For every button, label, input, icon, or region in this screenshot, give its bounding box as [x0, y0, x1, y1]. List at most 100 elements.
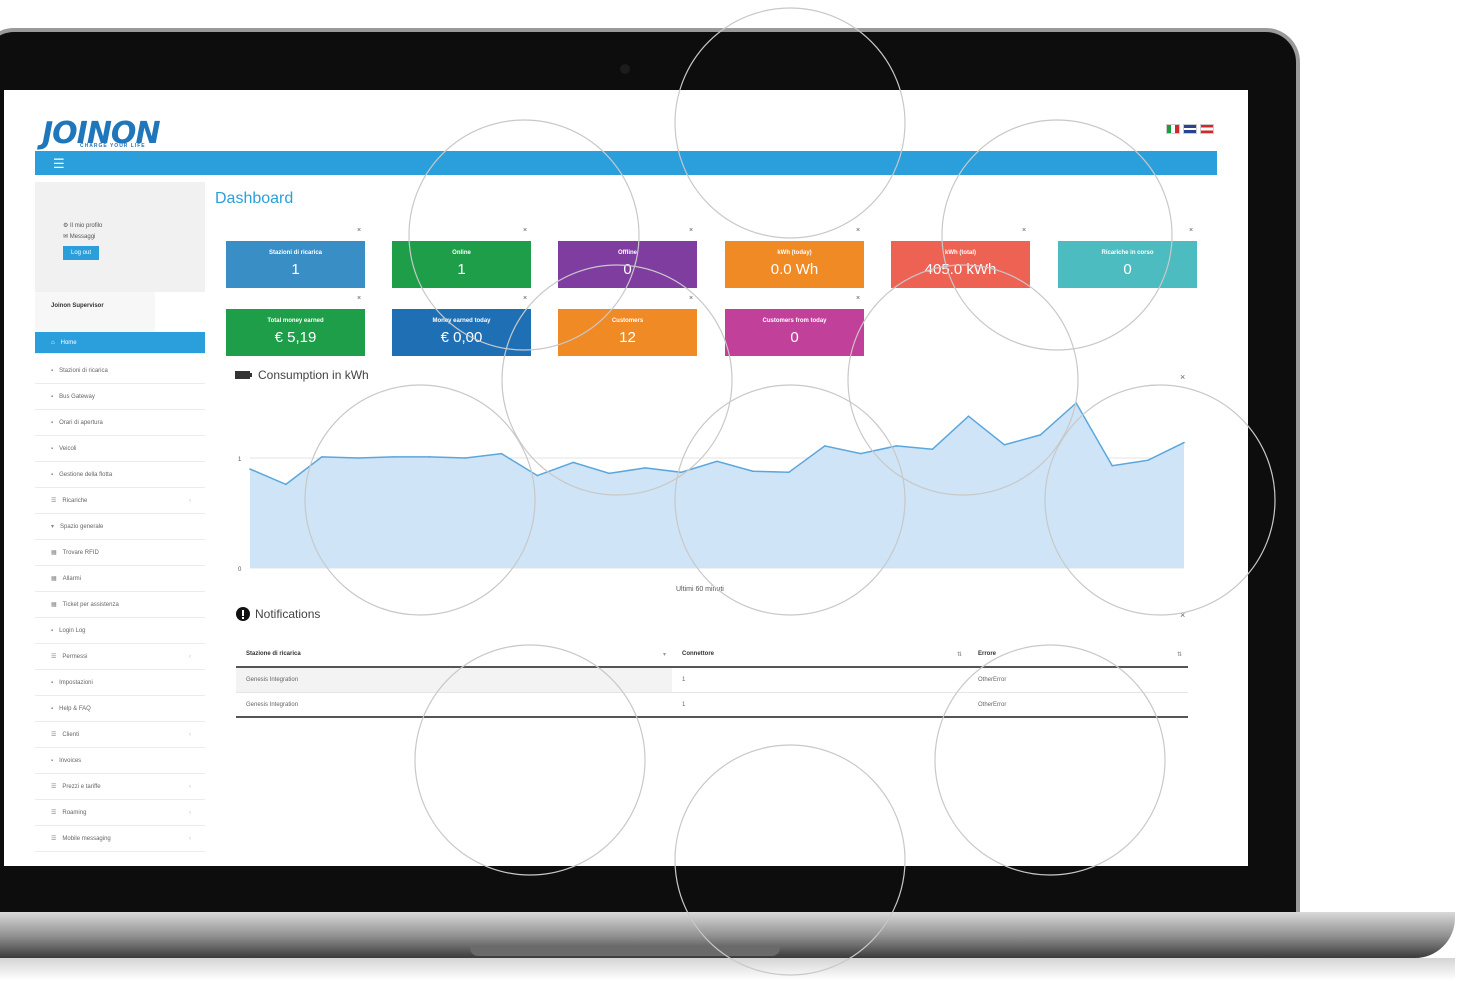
stat-tile[interactable]: Customers from today 0: [725, 309, 864, 356]
sidebar-item[interactable]: ☰ Ricariche ‹: [35, 488, 205, 514]
tile-close-icon[interactable]: ×: [856, 295, 866, 302]
sidebar-item-label: Allarmi: [62, 575, 82, 582]
tile-label: Customers: [611, 318, 644, 324]
sidebar-item[interactable]: ☰ Permessi ‹: [35, 644, 205, 670]
folder-icon: ▪: [51, 367, 54, 374]
sidebar-item[interactable]: ▾ Spazio generale: [35, 514, 205, 540]
tile-close-icon[interactable]: ×: [1189, 227, 1199, 234]
consumption-close-icon[interactable]: ×: [1180, 372, 1185, 382]
sidebar-item[interactable]: ▪ Veicoli: [35, 436, 205, 462]
data-point: [428, 456, 431, 458]
sidebar-item-label: Help & FAQ: [59, 705, 91, 712]
sidebar-item-label: Gestione della flotta: [59, 471, 113, 478]
tile-label: Total money earned: [267, 318, 324, 324]
data-point: [1039, 434, 1042, 436]
list-icon: ☰: [51, 836, 57, 842]
stat-tile[interactable]: Money earned today € 0,00: [392, 309, 531, 356]
tile-close-icon[interactable]: ×: [689, 295, 699, 302]
tile-close-icon[interactable]: ×: [523, 295, 533, 302]
stat-tile[interactable]: Stazioni di ricarica 1: [226, 241, 365, 288]
data-point: [249, 468, 251, 470]
hamburger-icon[interactable]: ☰: [53, 156, 65, 172]
sidebar-item-label: Ricariche: [62, 497, 88, 504]
tile-value: 0: [623, 261, 632, 278]
stat-tile[interactable]: kWh (today) 0.0 Wh: [725, 241, 864, 288]
data-point: [1147, 459, 1149, 461]
sidebar-item[interactable]: ▪ Gestione della flotta: [35, 462, 205, 488]
stat-tile[interactable]: kWh (total) 405.0 kWh: [891, 241, 1030, 288]
sidebar-item[interactable]: ▦ Trovare RFID: [35, 540, 205, 566]
notifications-close-icon[interactable]: ×: [1180, 610, 1185, 620]
sidebar-item[interactable]: ⌂ Home: [35, 332, 205, 354]
sidebar-item[interactable]: ▪ Stazioni di ricarica: [35, 358, 205, 384]
sidebar-item[interactable]: ▦ Allarmi: [35, 566, 205, 592]
logo-tagline: CHARGE YOUR LIFE: [80, 143, 146, 149]
stat-tile[interactable]: Customers 12: [558, 309, 697, 356]
tile-label: Stazioni di ricarica: [268, 250, 323, 256]
data-point: [680, 471, 682, 474]
tile-close-icon[interactable]: ×: [856, 227, 866, 234]
messages-link[interactable]: ✉ Messaggi: [63, 233, 205, 240]
sidebar-item[interactable]: ▪ Orari di apertura: [35, 410, 205, 436]
data-point: [967, 415, 970, 417]
data-point: [285, 483, 287, 486]
tile-close-icon[interactable]: ×: [357, 295, 367, 302]
col-header-connector[interactable]: Connettore ⇅: [672, 651, 968, 658]
sort-desc-icon: ▾: [662, 652, 666, 658]
folder-icon: ▪: [51, 627, 54, 634]
sidebar-item-label: Orari di apertura: [59, 419, 103, 426]
col-header-error[interactable]: Errore ⇅: [968, 651, 1188, 658]
chevron-icon: ‹: [189, 835, 191, 842]
sidebar-item[interactable]: ☰ Prezzi e tariffe ‹: [35, 774, 205, 800]
stat-tile[interactable]: Total money earned € 5,19: [226, 309, 365, 356]
stat-tile[interactable]: Offline 0: [558, 241, 697, 288]
list-icon: ☰: [51, 654, 57, 660]
sidebar-item[interactable]: ☰ Mobile messaging ‹: [35, 826, 205, 852]
tile-close-icon[interactable]: ×: [689, 227, 699, 234]
consumption-chart: 10: [238, 401, 1185, 573]
sidebar-item[interactable]: ▪ Help & FAQ: [35, 696, 205, 722]
tile-value: € 5,19: [274, 329, 317, 346]
stat-tile[interactable]: Ricariche in corso 0: [1058, 241, 1197, 288]
data-point: [1183, 441, 1185, 444]
area-fill: [250, 403, 1184, 568]
english-flag-icon[interactable]: [1183, 124, 1197, 134]
sort-icon: ⇅: [956, 652, 962, 658]
tile-label: Customers from today: [762, 318, 827, 324]
data-point: [644, 467, 646, 469]
sidebar-item-label: Trovare RFID: [62, 549, 99, 556]
sidebar-item[interactable]: ☰ Clienti ‹: [35, 722, 205, 748]
sidebar-item[interactable]: ▪ Login Log: [35, 618, 205, 644]
sidebar-item-label: Mobile messaging: [62, 835, 111, 842]
data-point: [1075, 402, 1078, 404]
folder-icon: ▪: [51, 419, 54, 426]
sidebar-item-label: Veicoli: [59, 445, 77, 452]
tile-close-icon[interactable]: ×: [1022, 227, 1032, 234]
list-icon: ☰: [51, 732, 57, 738]
sidebar-item[interactable]: ▪ Bus Gateway: [35, 384, 205, 410]
table-row[interactable]: Genesis Integration 1 OtherError: [236, 668, 1188, 693]
data-point: [931, 448, 934, 450]
tile-close-icon[interactable]: ×: [523, 227, 533, 234]
col-connector-label: Connettore: [682, 651, 714, 657]
stat-tile[interactable]: Online 1: [392, 241, 531, 288]
sidebar-item[interactable]: ▪ Impostazioni: [35, 670, 205, 696]
table-header: Stazione di ricarica ▾ Connettore ⇅ Errore…: [236, 642, 1188, 668]
tile-close-icon[interactable]: ×: [357, 227, 367, 234]
laptop-shadow: [0, 958, 1455, 980]
consumption-header: Consumption in kWh: [235, 368, 369, 382]
col-header-station[interactable]: Stazione di ricarica ▾: [236, 651, 672, 658]
cell-station: Genesis Integration: [246, 701, 299, 708]
logout-button[interactable]: Log out: [63, 246, 100, 260]
austrian-flag-icon[interactable]: [1200, 124, 1214, 134]
list-icon: ☰: [51, 784, 57, 790]
sidebar-item[interactable]: ▦ Ticket per assistenza: [35, 592, 205, 618]
profile-link[interactable]: ⚙ Il mio profilo: [63, 222, 205, 229]
sidebar-item[interactable]: ▪ Invoices: [35, 748, 205, 774]
sidebar-item[interactable]: ☰ Roaming ‹: [35, 800, 205, 826]
italian-flag-icon[interactable]: [1166, 124, 1180, 134]
top-navbar: ☰: [35, 151, 1217, 175]
data-point: [752, 470, 754, 472]
sidebar-item-label: Ticket per assistenza: [62, 601, 119, 608]
table-row[interactable]: Genesis Integration 1 OtherError: [236, 693, 1188, 718]
